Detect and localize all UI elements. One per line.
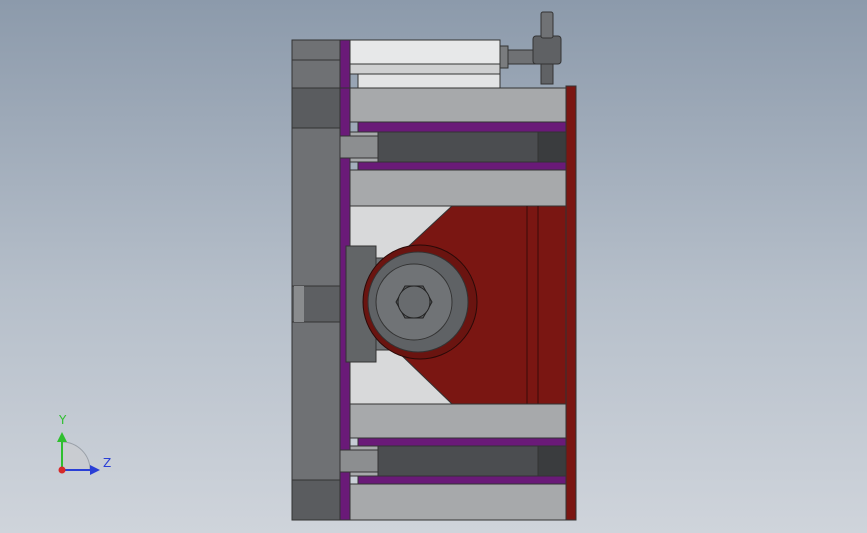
axis-y-label: Y [59,413,67,427]
axis-z-label: Z [103,456,112,470]
x-axis-dot [58,466,66,474]
graphics-viewport[interactable]: Y Z [0,0,867,533]
coordinate-triad [57,432,100,475]
triad-quadrant [61,441,91,471]
